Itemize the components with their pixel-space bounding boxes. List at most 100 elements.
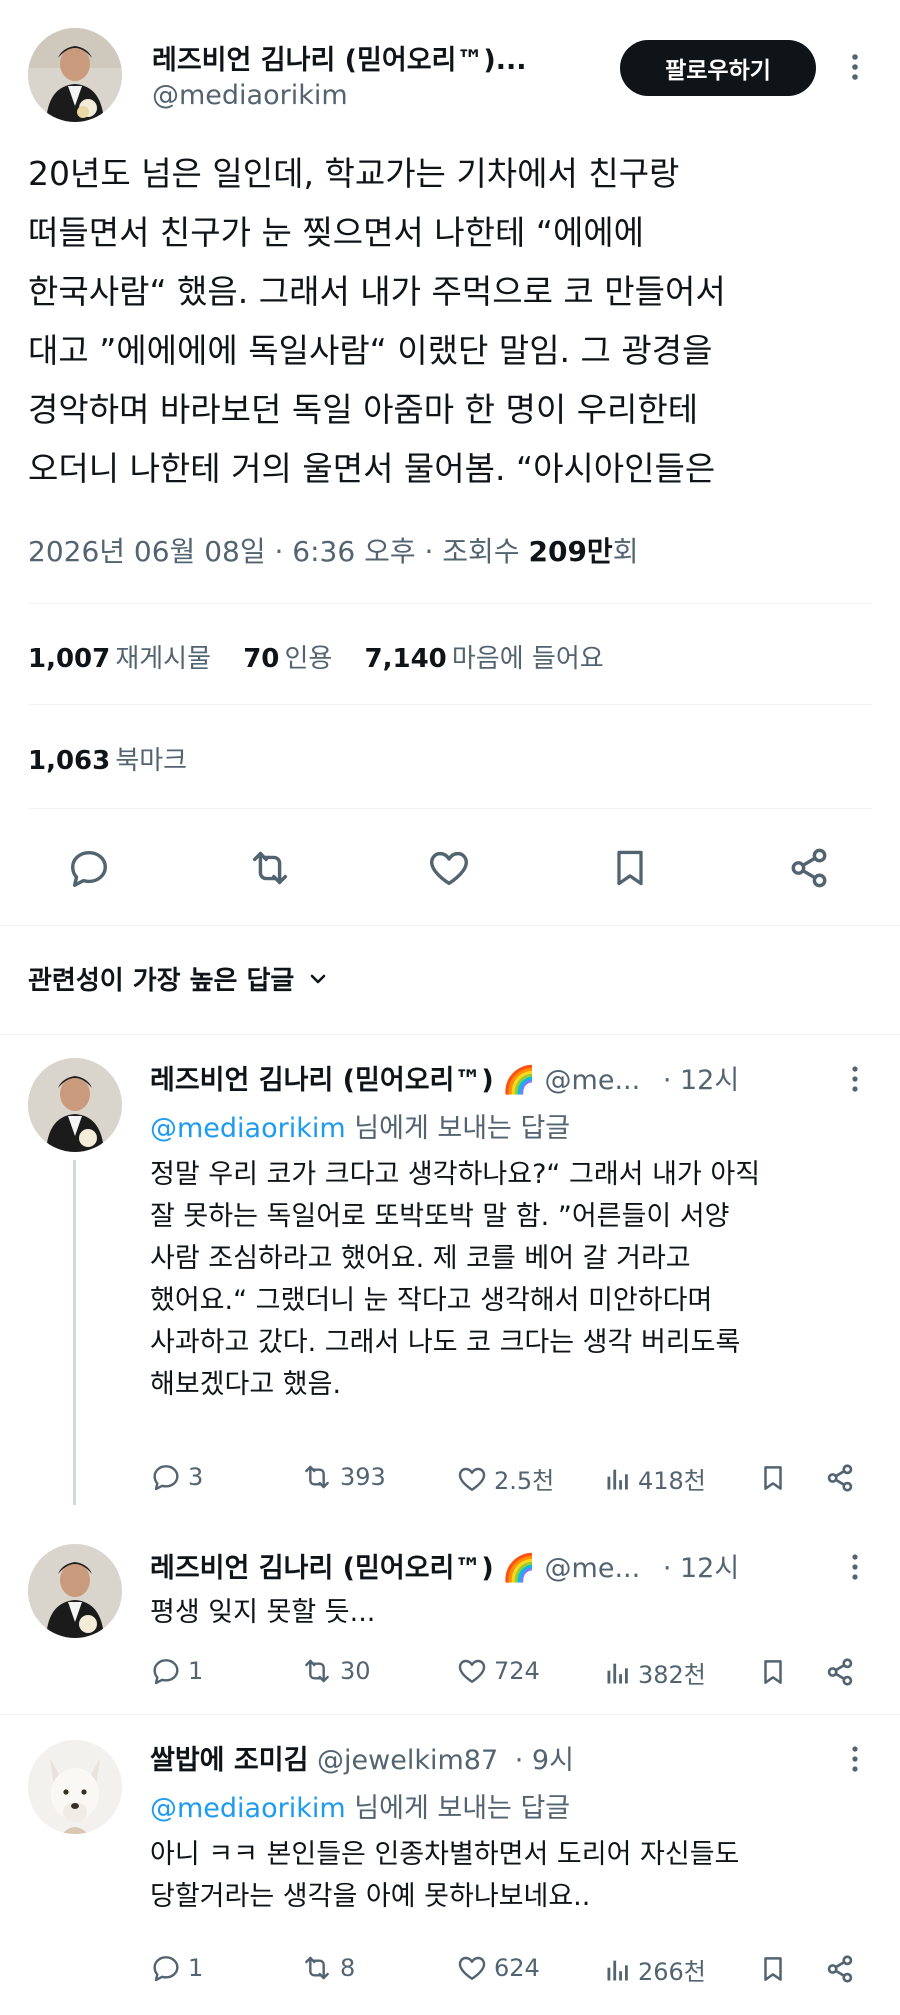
rainbow-emoji: 🌈 <box>502 1553 536 1584</box>
author-display-name[interactable]: 레즈비언 김나리 (믿어오리™)... <box>152 38 527 77</box>
reply-header: 레즈비언 김나리 (믿어오리™) 🌈 @me... · 12시 <box>150 1546 739 1585</box>
tweet-timestamp[interactable]: 2026년 06월 08일 · 6:36 오후 · 조회수 <box>28 535 520 568</box>
retweet-count: 30 <box>340 1657 371 1685</box>
reply-handle[interactable]: @me... <box>545 1065 641 1096</box>
reply-text: 정말 우리 코가 크다고 생각하나요?“ 그래서 내가 아직 잘 못하는 독일어… <box>150 1159 761 1400</box>
views-count: 382천 <box>638 1661 706 1689</box>
bookmark-stat[interactable]: 1,063 북마크 <box>28 740 187 777</box>
more-options-icon[interactable] <box>840 1552 870 1582</box>
views-icon <box>604 1657 632 1689</box>
views-action[interactable]: 266천 <box>604 1952 706 1987</box>
reply-icon <box>150 1655 182 1687</box>
views-icon <box>604 1463 632 1495</box>
reply-time[interactable]: · 9시 <box>515 1745 574 1776</box>
share-icon[interactable] <box>824 1462 856 1494</box>
like-count: 624 <box>494 1954 540 1982</box>
thread-line <box>73 1160 76 1505</box>
author-avatar[interactable] <box>28 28 122 122</box>
retweet-action[interactable]: 8 <box>300 1952 355 1984</box>
follow-button[interactable]: 팔로우하기 <box>620 40 816 96</box>
reply-display-name[interactable]: 레즈비언 김나리 (믿어오리™) <box>150 1065 494 1096</box>
retweet-stat[interactable]: 1,007 재게시물 <box>28 644 211 674</box>
like-count: 7,140 <box>364 644 447 674</box>
reply-action[interactable]: 3 <box>150 1461 203 1493</box>
reply-time[interactable]: · 12시 <box>663 1065 739 1096</box>
heart-icon <box>456 1952 488 1984</box>
reply-time[interactable]: · 12시 <box>663 1553 739 1584</box>
retweet-action[interactable]: 393 <box>300 1461 386 1493</box>
quote-stat[interactable]: 70 인용 <box>243 644 332 674</box>
views-count: 418천 <box>638 1467 706 1495</box>
like-stat[interactable]: 7,140 마음에 들어요 <box>365 644 604 674</box>
views-action[interactable]: 418천 <box>604 1461 706 1496</box>
reply-count: 1 <box>188 1657 204 1685</box>
reply-text: 평생 잊지 못할 듯... <box>150 1597 376 1628</box>
divider <box>0 925 900 926</box>
reply-icon <box>150 1952 182 1984</box>
bookmark-icon[interactable] <box>758 1462 788 1494</box>
sort-dropdown[interactable]: 관련성이 가장 높은 답글 <box>28 960 330 997</box>
views-icon <box>604 1954 632 1986</box>
reply-icon <box>150 1461 182 1493</box>
retweet-icon <box>300 1461 334 1493</box>
reply-display-name[interactable]: 레즈비언 김나리 (믿어오리™) <box>150 1553 494 1584</box>
like-count: 724 <box>494 1657 540 1685</box>
stats-row: 1,007 재게시물 70 인용 7,140 마음에 들어요 <box>28 638 604 675</box>
reply-action[interactable]: 1 <box>150 1655 203 1687</box>
divider <box>0 1714 900 1715</box>
replying-to-handle[interactable]: @mediaorikim <box>150 1113 346 1144</box>
reply-handle[interactable]: @jewelkim87 <box>317 1745 498 1776</box>
heart-icon <box>456 1655 488 1687</box>
like-action[interactable]: 2.5천 <box>456 1461 554 1496</box>
retweet-icon[interactable] <box>246 845 294 891</box>
more-options-icon[interactable] <box>840 52 870 82</box>
retweet-label: 재게시물 <box>115 644 212 674</box>
tweet-timestamp-row: 2026년 06월 08일 · 6:36 오후 · 조회수 209만회 <box>28 530 638 570</box>
author-handle[interactable]: @mediaorikim <box>152 80 348 111</box>
retweet-icon <box>300 1952 334 1984</box>
divider <box>0 1034 900 1035</box>
retweet-icon <box>300 1655 334 1687</box>
reply-header: 쌀밥에 조미김 @jewelkim87 · 9시 <box>150 1738 574 1777</box>
quote-label: 인용 <box>284 644 333 674</box>
reply-count: 1 <box>188 1954 204 1982</box>
sort-label: 관련성이 가장 높은 답글 <box>28 966 295 996</box>
reply-handle[interactable]: @me... <box>545 1553 641 1584</box>
quote-count: 70 <box>243 644 280 674</box>
replying-to-handle[interactable]: @mediaorikim <box>150 1793 346 1824</box>
views-count: 209만 <box>528 535 613 568</box>
share-icon[interactable] <box>824 1656 856 1688</box>
heart-icon <box>456 1463 488 1495</box>
reply-icon[interactable] <box>66 845 112 891</box>
divider <box>28 808 872 809</box>
reply-header: 레즈비언 김나리 (믿어오리™) 🌈 @me... · 12시 <box>150 1058 739 1097</box>
views-suffix: 회 <box>612 535 639 568</box>
chevron-down-icon <box>306 967 330 991</box>
like-action[interactable]: 624 <box>456 1952 540 1984</box>
bookmark-label: 북마크 <box>115 746 188 776</box>
bookmark-icon[interactable] <box>608 845 652 891</box>
views-count: 266천 <box>638 1958 706 1986</box>
retweet-count: 1,007 <box>28 644 111 674</box>
reply-avatar[interactable] <box>28 1058 122 1152</box>
replying-to: @mediaorikim 님에게 보내는 답글 <box>150 1106 570 1145</box>
tweet-text: 20년도 넘은 일인데, 학교가는 기차에서 친구랑 떠들면서 친구가 눈 찢으… <box>28 154 726 488</box>
share-icon[interactable] <box>786 845 832 891</box>
like-count: 2.5천 <box>494 1467 555 1495</box>
bookmark-icon[interactable] <box>758 1656 788 1688</box>
reply-action[interactable]: 1 <box>150 1952 203 1984</box>
views-action[interactable]: 382천 <box>604 1655 706 1690</box>
reply-avatar[interactable] <box>28 1544 122 1638</box>
reply-avatar[interactable] <box>28 1740 122 1834</box>
more-options-icon[interactable] <box>840 1064 870 1094</box>
bookmark-icon[interactable] <box>758 1953 788 1985</box>
share-icon[interactable] <box>824 1953 856 1985</box>
retweet-action[interactable]: 30 <box>300 1655 371 1687</box>
heart-icon[interactable] <box>426 845 472 891</box>
replying-to: @mediaorikim 님에게 보내는 답글 <box>150 1786 570 1825</box>
like-action[interactable]: 724 <box>456 1655 540 1687</box>
retweet-count: 393 <box>340 1463 386 1491</box>
reply-display-name[interactable]: 쌀밥에 조미김 <box>150 1745 308 1776</box>
more-options-icon[interactable] <box>840 1744 870 1774</box>
rainbow-emoji: 🌈 <box>502 1065 536 1096</box>
